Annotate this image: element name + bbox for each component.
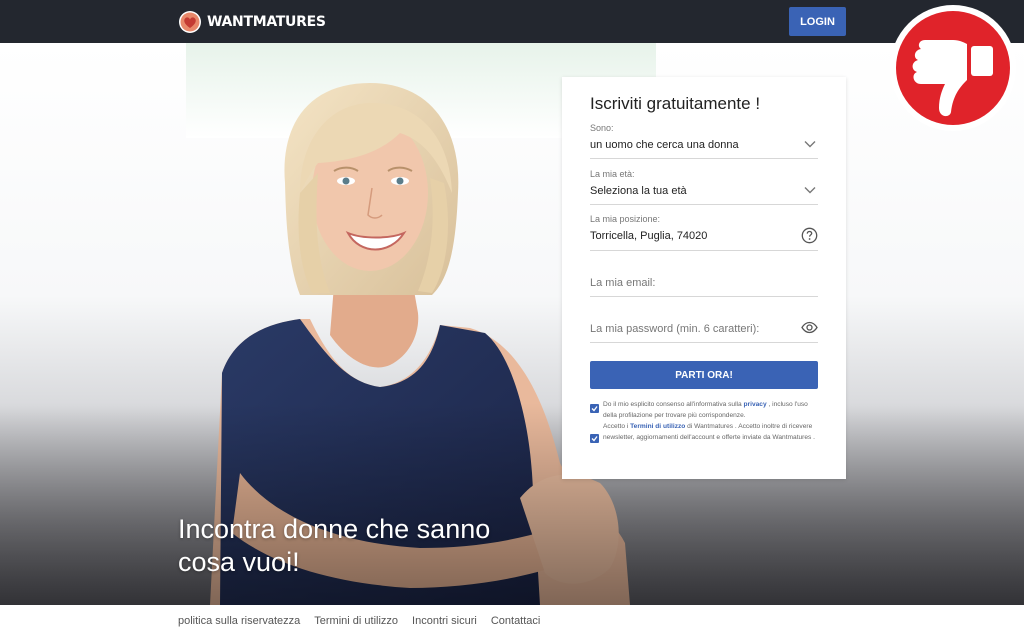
age-label: La mia età:: [590, 169, 635, 179]
footer-link-terms[interactable]: Termini di utilizzo: [314, 615, 398, 627]
chevron-down-icon: [804, 187, 816, 194]
age-value: Seleziona la tua età: [590, 185, 687, 197]
email-field[interactable]: La mia email:: [590, 267, 818, 297]
form-title: Iscriviti gratuitamente !: [590, 94, 761, 113]
footer: politica sulla riservatezza Termini di u…: [0, 605, 1024, 640]
gender-value: un uomo che cerca una donna: [590, 139, 739, 151]
terms-checkbox[interactable]: [590, 434, 599, 443]
age-select[interactable]: La mia età: Seleziona la tua età: [590, 167, 818, 205]
gender-label: Sono:: [590, 123, 614, 133]
footer-link-contact[interactable]: Contattaci: [491, 615, 541, 627]
signup-form: Iscriviti gratuitamente ! Sono: un uomo …: [562, 77, 846, 479]
login-button[interactable]: LOGIN: [789, 7, 846, 36]
footer-link-privacy[interactable]: politica sulla riservatezza: [178, 615, 300, 627]
logo[interactable]: WANTMATURES: [178, 9, 326, 35]
consent-text-part: Accetto i: [603, 423, 631, 430]
terms-link[interactable]: Termini di utilizzo: [630, 423, 685, 430]
logo-text: WANTMATURES: [207, 14, 326, 30]
hero-headline: Incontra donne che sanno cosa vuoi!: [178, 514, 491, 577]
password-placeholder: La mia password (min. 6 caratteri):: [590, 323, 760, 335]
privacy-consent: Do il mio esplicito consenso all'informa…: [590, 400, 820, 422]
terms-consent-text: Accetto i Termini di utilizzo di Wantmat…: [603, 422, 819, 443]
hero-banner: Incontra donne che sanno cosa vuoi!: [0, 43, 1024, 605]
check-icon: [591, 406, 598, 412]
terms-consent: Accetto i Termini di utilizzo di Wantmat…: [590, 422, 820, 456]
help-icon[interactable]: [801, 227, 818, 244]
page: WANTMATURES LOGIN Incontra donne che san…: [0, 0, 1024, 640]
location-label: La mia posizione:: [590, 214, 661, 224]
privacy-link[interactable]: privacy: [744, 401, 767, 408]
privacy-checkbox[interactable]: [590, 404, 599, 413]
consent-text-part: Do il mio esplicito consenso all'informa…: [603, 401, 744, 408]
location-field[interactable]: La mia posizione: Torricella, Puglia, 74…: [590, 212, 818, 251]
footer-link-safe-dating[interactable]: Incontri sicuri: [412, 615, 477, 627]
chevron-down-icon: [804, 141, 816, 148]
password-field[interactable]: La mia password (min. 6 caratteri):: [590, 313, 818, 343]
header: WANTMATURES LOGIN: [0, 0, 1024, 43]
heart-icon: [179, 11, 201, 33]
submit-button[interactable]: PARTI ORA!: [590, 361, 818, 389]
footer-links: politica sulla riservatezza Termini di u…: [178, 615, 540, 627]
gender-select[interactable]: Sono: un uomo che cerca una donna: [590, 121, 818, 159]
privacy-consent-text: Do il mio esplicito consenso all'informa…: [603, 400, 819, 421]
eye-icon[interactable]: [801, 319, 818, 336]
thumbs-down-icon: [890, 5, 1016, 131]
email-placeholder: La mia email:: [590, 277, 656, 289]
location-value: Torricella, Puglia, 74020: [590, 230, 708, 242]
check-icon: [591, 436, 598, 442]
